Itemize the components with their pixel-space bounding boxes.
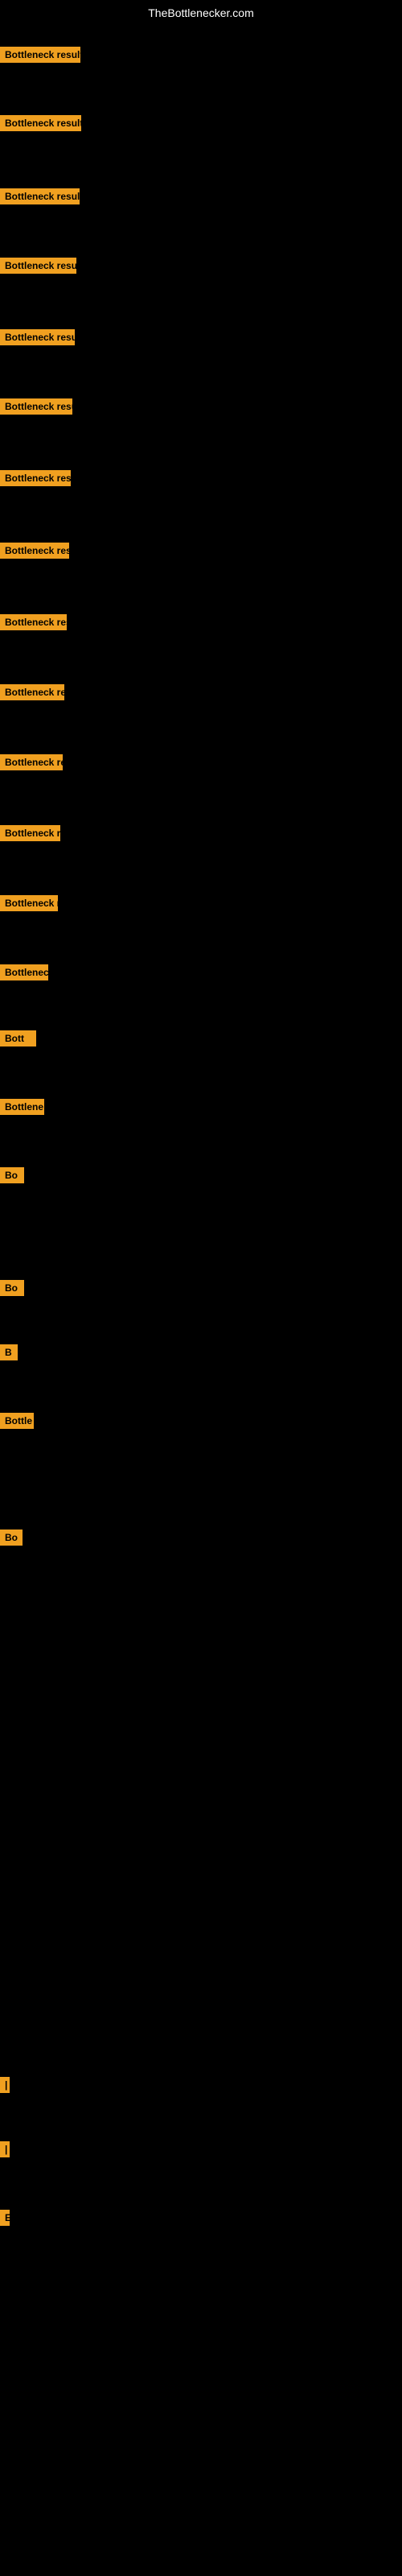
- site-title: TheBottlenecker.com: [0, 6, 402, 19]
- bottleneck-badge: E: [0, 2210, 10, 2226]
- bottleneck-badge: Bottleneck result: [0, 188, 80, 204]
- bottleneck-badge: Bottleneck re: [0, 895, 58, 911]
- bottleneck-badge: Bottleneck result: [0, 258, 76, 274]
- bottleneck-badge: Bottleneck result: [0, 470, 71, 486]
- bottleneck-badge: Bottleneck res: [0, 754, 63, 770]
- bottleneck-badge: Bottleneck result: [0, 543, 69, 559]
- bottleneck-badge: |: [0, 2141, 10, 2157]
- bottleneck-badge: Bottleneck result: [0, 398, 72, 415]
- bottleneck-badge: |: [0, 2077, 10, 2093]
- bottleneck-badge: B: [0, 1344, 18, 1360]
- bottleneck-badge: Bo: [0, 1280, 24, 1296]
- bottleneck-badge: Bottleneck res: [0, 825, 60, 841]
- bottleneck-badge: Bottleneck result: [0, 47, 80, 63]
- bottleneck-badge: Bottle: [0, 1413, 34, 1429]
- bottleneck-badge: Bo: [0, 1167, 24, 1183]
- bottleneck-badge: Bottleneck result: [0, 329, 75, 345]
- bottleneck-badge: Bottleneck resu: [0, 684, 64, 700]
- bottleneck-badge: Bott: [0, 1030, 36, 1046]
- bottleneck-badge: Bo: [0, 1530, 23, 1546]
- bottleneck-badge: Bottleneck resul: [0, 614, 67, 630]
- bottleneck-badge: Bottleneck result: [0, 115, 81, 131]
- bottleneck-badge: Bottlenec: [0, 964, 48, 980]
- bottleneck-badge: Bottlene: [0, 1099, 44, 1115]
